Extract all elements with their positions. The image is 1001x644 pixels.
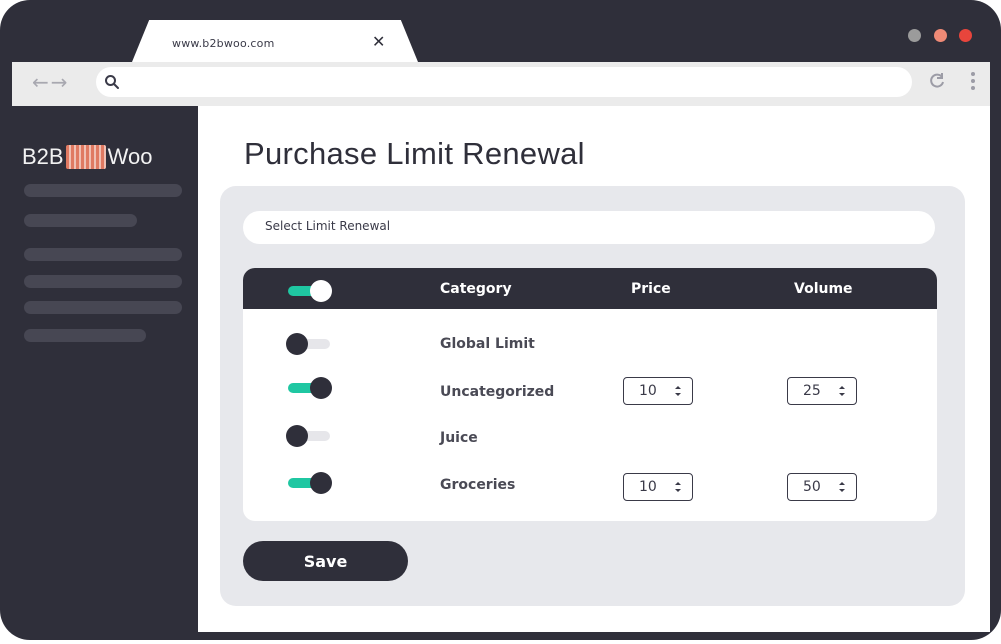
- column-header-volume: Volume: [794, 281, 853, 297]
- reload-icon[interactable]: [928, 72, 946, 90]
- row-category-uncategorized: Uncategorized: [440, 384, 555, 400]
- save-button[interactable]: Save: [243, 541, 408, 581]
- window-minimize-dot[interactable]: [908, 29, 921, 42]
- column-header-category: Category: [440, 281, 512, 297]
- tab-url: www.b2bwoo.com: [172, 37, 275, 50]
- stepper-arrows-icon[interactable]: [838, 480, 846, 494]
- window-close-dot[interactable]: [959, 29, 972, 42]
- column-header-price: Price: [631, 281, 671, 297]
- price-value: 10: [639, 383, 657, 399]
- logo-graphic: [65, 145, 106, 169]
- row-category-juice: Juice: [440, 430, 478, 446]
- sidebar-item-placeholder[interactable]: [24, 275, 182, 288]
- row-category-groceries: Groceries: [440, 477, 516, 493]
- price-stepper-uncategorized[interactable]: 10: [623, 377, 693, 405]
- volume-value: 25: [803, 383, 821, 399]
- logo-text-left: B2B: [22, 144, 64, 169]
- row-toggle-juice[interactable]: [286, 425, 332, 447]
- sidebar-item-placeholder[interactable]: [24, 184, 182, 197]
- search-icon: [105, 75, 119, 89]
- row-toggle-groceries[interactable]: [286, 472, 332, 494]
- b2bwoo-logo: B2B Woo: [22, 143, 152, 171]
- sidebar-item-placeholder[interactable]: [24, 214, 137, 227]
- close-tab-icon[interactable]: ✕: [372, 32, 385, 52]
- row-toggle-uncategorized[interactable]: [286, 377, 332, 399]
- more-menu-icon[interactable]: [970, 71, 976, 91]
- price-stepper-groceries[interactable]: 10: [623, 473, 693, 501]
- logo-text-right: Woo: [107, 144, 153, 169]
- back-forward-icon[interactable]: ←→: [32, 70, 70, 94]
- sidebar-item-placeholder[interactable]: [24, 248, 182, 261]
- volume-value: 50: [803, 479, 821, 495]
- browser-window: www.b2bwoo.com ✕ ←→ B2B Woo Purchase Lim…: [0, 0, 1001, 640]
- sidebar-item-placeholder[interactable]: [24, 329, 146, 342]
- row-category-global-limit: Global Limit: [440, 336, 535, 352]
- stepper-arrows-icon[interactable]: [674, 480, 682, 494]
- sidebar-item-placeholder[interactable]: [24, 301, 182, 314]
- stepper-arrows-icon[interactable]: [838, 384, 846, 398]
- stepper-arrows-icon[interactable]: [674, 384, 682, 398]
- price-value: 10: [639, 479, 657, 495]
- window-maximize-dot[interactable]: [934, 29, 947, 42]
- address-bar[interactable]: [96, 67, 912, 97]
- page-title: Purchase Limit Renewal: [244, 136, 585, 171]
- select-all-toggle[interactable]: [286, 280, 332, 302]
- row-toggle-global-limit[interactable]: [286, 333, 332, 355]
- limit-renewal-select-label: Select Limit Renewal: [265, 219, 391, 233]
- volume-stepper-uncategorized[interactable]: 25: [787, 377, 857, 405]
- volume-stepper-groceries[interactable]: 50: [787, 473, 857, 501]
